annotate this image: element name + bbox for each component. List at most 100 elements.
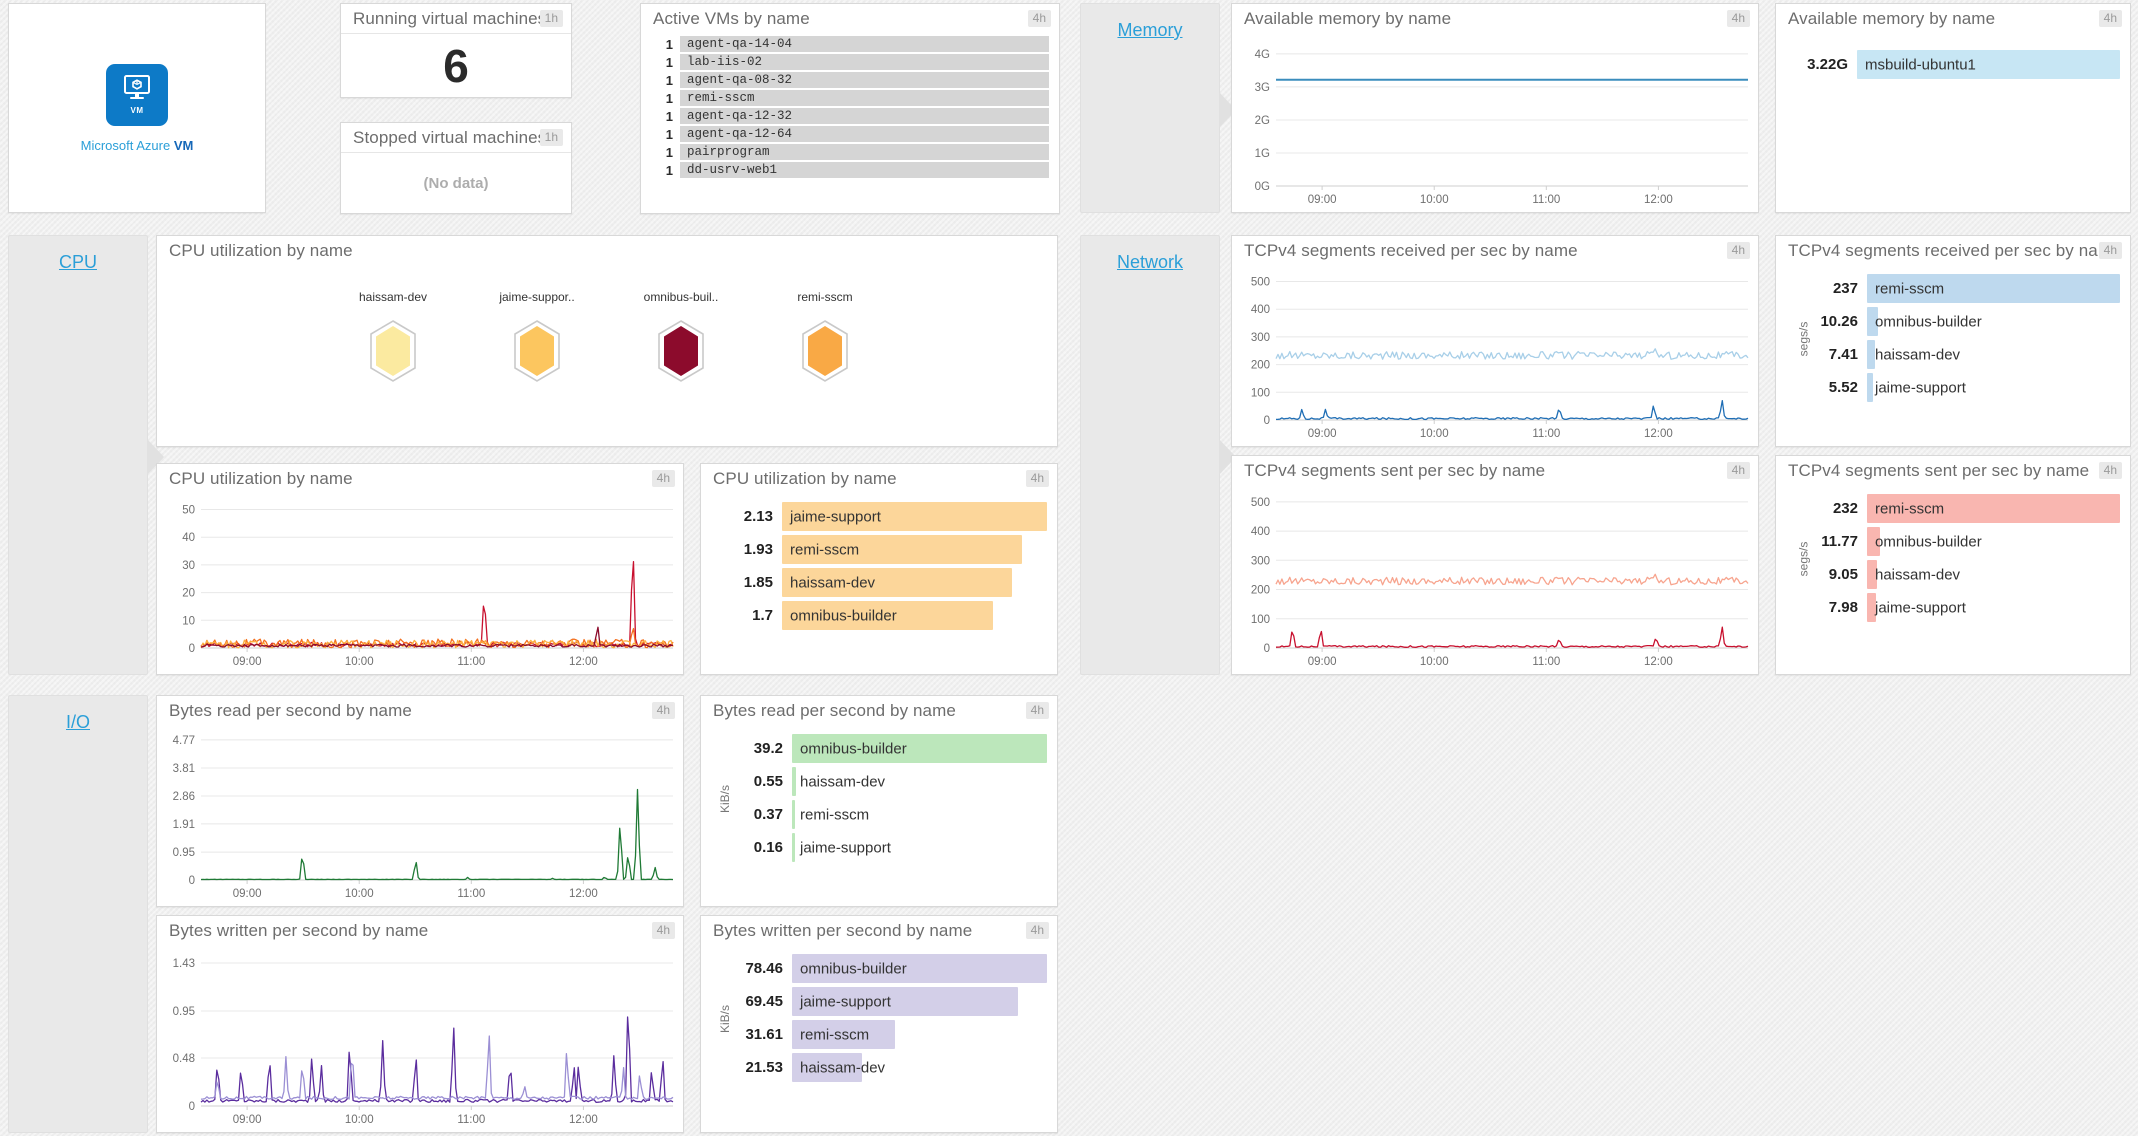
cpu-hexagon-cell[interactable]: jaime-suppor.. — [465, 290, 609, 382]
toplist-unit-label: KiB/s — [718, 784, 733, 814]
toplist-row[interactable]: 10.26 omnibus-builder — [1798, 305, 2120, 338]
net-received-chart-widget: TCPv4 segments received per sec by name … — [1231, 235, 1759, 447]
toplist-label: haissam-dev — [1875, 346, 1961, 363]
active-vm-name: dd-usrv-web1 — [680, 162, 1049, 179]
toplist-row[interactable]: 7.41 haissam-dev — [1798, 338, 2120, 371]
bytes-read-chart[interactable]: 4.77 3.81 2.86 1.91 0.95 0 09:00 10:00 11:00 12:0… — [157, 726, 683, 906]
timeframe-badge[interactable]: 4h — [651, 922, 675, 939]
toplist-label: haissam-dev — [800, 773, 886, 790]
net-sent-chart-widget: TCPv4 segments sent per sec by name 4h 5… — [1231, 455, 1759, 675]
group-memory[interactable]: Memory — [1080, 3, 1236, 213]
active-vm-row[interactable]: 1 remi-sscm — [651, 90, 1049, 107]
toplist-row[interactable]: 9.05 haissam-dev — [1798, 558, 2120, 591]
bytes-written-toplist-widget: Bytes written per second by name 4h KiB/… — [700, 915, 1058, 1133]
net-received-chart[interactable]: 500 400 300 200 100 0 09:00 10:00 11:00 12:00 — [1232, 266, 1758, 446]
active-vm-name: agent-qa-14-04 — [680, 36, 1049, 53]
toplist-row[interactable]: 232 remi-sscm — [1798, 492, 2120, 525]
available-memory-chart-header: Available memory by name 4h — [1232, 4, 1758, 34]
group-io[interactable]: I/O — [8, 695, 148, 1133]
group-memory-label[interactable]: Memory — [1081, 20, 1219, 41]
stopped-vms-widget: Stopped virtual machines 1h (No data) — [340, 122, 572, 214]
cpu-hexagon-cell[interactable]: omnibus-buil.. — [609, 290, 753, 382]
active-vm-row[interactable]: 1 pairprogram — [651, 144, 1049, 161]
toplist-row[interactable]: 0.55 haissam-dev — [723, 765, 1047, 798]
cpu-toplist: 2.13 jaime-support 1.93 remi-sscm 1.85 haissa… — [701, 494, 1057, 640]
cpu-hexagon-cell[interactable]: remi-sscm — [753, 290, 897, 382]
caption-bold: VM — [173, 137, 194, 153]
timeframe-badge[interactable]: 4h — [651, 702, 675, 719]
cpu-hexagon-label: remi-sscm — [797, 290, 853, 304]
toplist-row[interactable]: 237 remi-sscm — [1798, 272, 2120, 305]
timeframe-badge[interactable]: 4h — [1726, 242, 1750, 259]
svg-text:09:00: 09:00 — [1308, 194, 1337, 206]
toplist-row[interactable]: 0.37 remi-sscm — [723, 798, 1047, 831]
timeframe-badge[interactable]: 4h — [2098, 242, 2122, 259]
timeframe-badge[interactable]: 4h — [1025, 922, 1049, 939]
bytes-read-chart-title: Bytes read per second by name — [169, 701, 412, 720]
cpu-chart[interactable]: 50 40 30 20 10 0 09:00 10:00 11:00 12:00 — [157, 494, 683, 674]
active-vm-row[interactable]: 1 agent-qa-14-04 — [651, 36, 1049, 53]
toplist-unit-label: segs/s — [1796, 321, 1811, 357]
toplist-row[interactable]: 7.98 jaime-support — [1798, 591, 2120, 624]
toplist-row[interactable]: 5.52 jaime-support — [1798, 371, 2120, 404]
toplist-value: 1.85 — [743, 574, 773, 591]
active-vm-row[interactable]: 1 agent-qa-12-32 — [651, 108, 1049, 125]
toplist-unit-label: segs/s — [1796, 541, 1811, 577]
toplist-row[interactable]: 69.45 jaime-support — [723, 985, 1047, 1018]
toplist-row[interactable]: 1.85 haissam-dev — [713, 566, 1047, 599]
svg-text:10:00: 10:00 — [1420, 194, 1449, 206]
svg-text:3G: 3G — [1255, 82, 1270, 94]
running-vms-title: Running virtual machines — [353, 9, 547, 28]
timeframe-badge[interactable]: 4h — [1025, 702, 1049, 719]
active-vm-row[interactable]: 1 agent-qa-12-64 — [651, 126, 1049, 143]
svg-text:11:00: 11:00 — [1532, 194, 1560, 206]
toplist-row[interactable]: 39.2 omnibus-builder — [723, 732, 1047, 765]
active-vm-row[interactable]: 1 agent-qa-08-32 — [651, 72, 1049, 89]
available-memory-chart[interactable]: 4G 3G 2G 1G 0G 09:00 10:00 11:00 12:00 — [1232, 34, 1758, 212]
svg-text:12:00: 12:00 — [1644, 428, 1673, 440]
active-vm-name: agent-qa-08-32 — [680, 72, 1049, 89]
toplist-row[interactable]: 3.22G msbuild-ubuntu1 — [1788, 48, 2120, 81]
toplist-label: remi-sscm — [800, 806, 870, 823]
bytes-written-chart[interactable]: 1.43 0.95 0.48 0 09:00 10:00 11:00 12:00 — [157, 946, 683, 1132]
active-vm-row[interactable]: 1 lab-iis-02 — [651, 54, 1049, 71]
group-network-label[interactable]: Network — [1081, 252, 1219, 273]
toplist-row[interactable]: 11.77 omnibus-builder — [1798, 525, 2120, 558]
toplist-bar-track: omnibus-builder — [792, 734, 1047, 763]
toplist-value: 39.2 — [753, 740, 783, 757]
net-sent-chart[interactable]: 500 400 300 200 100 0 09:00 10:00 11:00 12:00 — [1232, 486, 1758, 674]
timeframe-badge[interactable]: 4h — [1726, 462, 1750, 479]
timeframe-badge[interactable]: 4h — [1726, 10, 1750, 27]
svg-text:10:00: 10:00 — [345, 888, 374, 900]
toplist-row[interactable]: 1.93 remi-sscm — [713, 533, 1047, 566]
active-vms-title: Active VMs by name — [653, 9, 810, 28]
group-cpu[interactable]: CPU — [8, 235, 164, 675]
timeframe-badge[interactable]: 4h — [2098, 10, 2122, 27]
timeframe-badge[interactable]: 4h — [1027, 10, 1051, 27]
net-received-chart-title: TCPv4 segments received per sec by name — [1244, 241, 1578, 260]
svg-text:1.43: 1.43 — [173, 958, 195, 970]
svg-text:300: 300 — [1251, 555, 1270, 567]
timeframe-badge[interactable]: 4h — [1025, 470, 1049, 487]
hexagon-icon — [801, 320, 849, 382]
timeframe-badge[interactable]: 1h — [539, 10, 563, 27]
toplist-row[interactable]: 2.13 jaime-support — [713, 500, 1047, 533]
group-cpu-label[interactable]: CPU — [9, 252, 147, 273]
group-network[interactable]: Network — [1080, 235, 1236, 675]
toplist-row[interactable]: 1.7 omnibus-builder — [713, 599, 1047, 632]
toplist-row[interactable]: 21.53 haissam-dev — [723, 1051, 1047, 1084]
timeframe-badge[interactable]: 4h — [651, 470, 675, 487]
timeframe-badge[interactable]: 1h — [539, 129, 563, 146]
timeframe-badge[interactable]: 4h — [2098, 462, 2122, 479]
svg-text:300: 300 — [1251, 332, 1270, 344]
toplist-row[interactable]: 31.61 remi-sscm — [723, 1018, 1047, 1051]
toplist-row[interactable]: 0.16 jaime-support — [723, 831, 1047, 864]
cpu-hexagon-cell[interactable]: haissam-dev — [321, 290, 465, 382]
toplist-bar — [792, 833, 796, 862]
toplist-row[interactable]: 78.46 omnibus-builder — [723, 952, 1047, 985]
svg-text:0.95: 0.95 — [173, 1006, 195, 1018]
active-vm-row[interactable]: 1 dd-usrv-web1 — [651, 162, 1049, 179]
svg-text:0: 0 — [189, 875, 195, 887]
group-io-label[interactable]: I/O — [9, 712, 147, 733]
active-vm-count: 1 — [665, 54, 673, 70]
